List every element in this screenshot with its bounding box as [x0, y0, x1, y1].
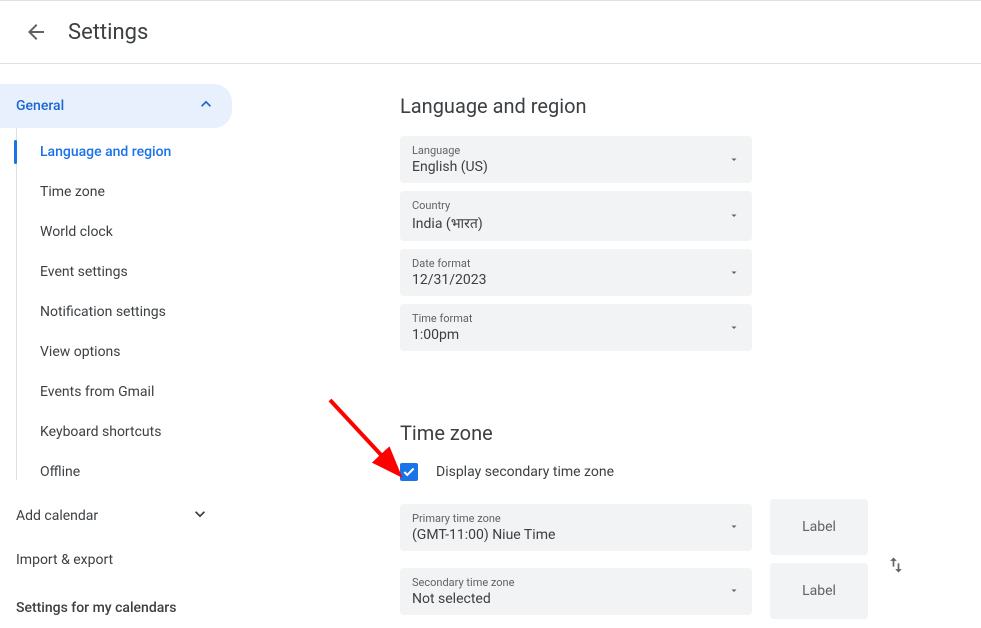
time-format-dropdown-value: 1:00pm: [412, 327, 740, 343]
sidebar-item-keyboard-shortcuts[interactable]: Keyboard shortcuts: [0, 412, 250, 452]
sidebar-general-header[interactable]: General: [0, 84, 232, 128]
secondary-timezone-dropdown[interactable]: Secondary time zone Not selected: [400, 568, 752, 615]
time-format-dropdown[interactable]: Time format 1:00pm: [400, 304, 752, 351]
sidebar-item-notification-settings[interactable]: Notification settings: [0, 292, 250, 332]
sidebar-add-calendar[interactable]: Add calendar: [0, 492, 250, 540]
sidebar-general-items: Language and region Time zone World cloc…: [0, 128, 250, 492]
sidebar-item-view-options[interactable]: View options: [0, 332, 250, 372]
sidebar-section-general: General Language and region Time zone Wo…: [0, 84, 250, 492]
header: Settings: [0, 0, 981, 64]
sidebar: General Language and region Time zone Wo…: [0, 64, 250, 626]
chevron-down-icon: [190, 504, 234, 528]
dropdown-arrow-icon: [728, 518, 740, 537]
primary-timezone-value: (GMT-11:00) Niue Time: [412, 527, 740, 543]
sidebar-item-events-from-gmail[interactable]: Events from Gmail: [0, 372, 250, 412]
country-dropdown-label: Country: [412, 199, 740, 212]
sidebar-import-export[interactable]: Import & export: [0, 540, 250, 580]
dropdown-arrow-icon: [728, 318, 740, 337]
time-format-dropdown-label: Time format: [412, 312, 740, 325]
sidebar-add-calendar-label: Add calendar: [16, 508, 98, 524]
sidebar-item-event-settings[interactable]: Event settings: [0, 252, 250, 292]
swap-vert-icon: [886, 555, 906, 575]
sidebar-item-world-clock[interactable]: World clock: [0, 212, 250, 252]
secondary-timezone-label: Secondary time zone: [412, 576, 740, 589]
country-dropdown[interactable]: Country India (भारत): [400, 191, 752, 241]
sidebar-item-offline[interactable]: Offline: [0, 452, 250, 492]
sidebar-item-language-region[interactable]: Language and region: [0, 132, 250, 172]
primary-timezone-row: Primary time zone (GMT-11:00) Niue Time …: [400, 499, 961, 555]
section-title-language-region: Language and region: [400, 94, 961, 118]
date-format-dropdown-value: 12/31/2023: [412, 272, 740, 288]
primary-timezone-dropdown[interactable]: Primary time zone (GMT-11:00) Niue Time: [400, 504, 752, 551]
language-dropdown-value: English (US): [412, 159, 740, 175]
primary-timezone-label: Primary time zone: [412, 512, 740, 525]
section-language-region: Language and region Language English (US…: [400, 94, 961, 351]
dropdown-arrow-icon: [728, 150, 740, 169]
sidebar-import-export-label: Import & export: [16, 552, 113, 568]
date-format-dropdown-label: Date format: [412, 257, 740, 270]
back-button[interactable]: [16, 12, 56, 52]
page-title: Settings: [68, 20, 148, 45]
secondary-timezone-row: Secondary time zone Not selected Label: [400, 563, 961, 619]
section-title-timezone: Time zone: [400, 421, 961, 445]
sidebar-item-time-zone[interactable]: Time zone: [0, 172, 250, 212]
country-dropdown-value: India (भारत): [412, 214, 740, 233]
sidebar-general-label: General: [16, 98, 64, 114]
secondary-timezone-checkbox-row: Display secondary time zone: [400, 463, 961, 481]
date-format-dropdown[interactable]: Date format 12/31/2023: [400, 249, 752, 296]
dropdown-arrow-icon: [728, 263, 740, 282]
dropdown-arrow-icon: [728, 582, 740, 601]
primary-timezone-label-input[interactable]: Label: [770, 499, 868, 555]
arrow-back-icon: [24, 20, 48, 44]
sidebar-settings-calendars-heading: Settings for my calendars: [0, 580, 250, 628]
secondary-timezone-checkbox[interactable]: [400, 463, 418, 481]
secondary-timezone-label-input[interactable]: Label: [770, 563, 868, 619]
main-content: Language and region Language English (US…: [250, 64, 981, 626]
swap-timezones-button[interactable]: [886, 555, 906, 575]
dropdown-arrow-icon: [728, 207, 740, 226]
chevron-up-icon: [196, 94, 216, 118]
secondary-timezone-checkbox-label: Display secondary time zone: [436, 464, 614, 480]
language-dropdown-label: Language: [412, 144, 740, 157]
language-dropdown[interactable]: Language English (US): [400, 136, 752, 183]
section-timezone: Time zone Display secondary time zone Pr…: [400, 421, 961, 619]
secondary-timezone-value: Not selected: [412, 591, 740, 607]
checkmark-icon: [402, 465, 416, 479]
